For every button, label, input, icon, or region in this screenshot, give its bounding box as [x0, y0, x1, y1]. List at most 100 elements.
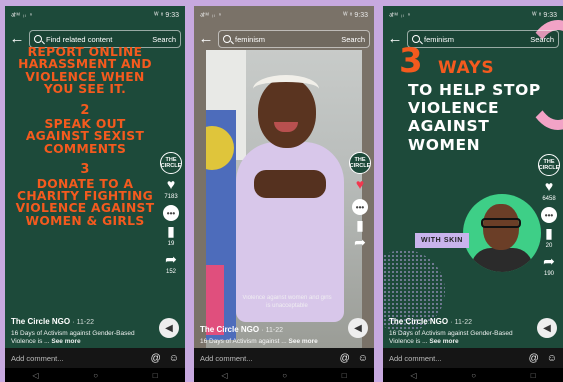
- like-count: 6458: [542, 196, 556, 202]
- big-number: 3: [399, 41, 423, 81]
- action-rail: THE CIRCLE ♥ ••• ▮ ➦: [348, 152, 372, 249]
- mention-icon[interactable]: @: [151, 353, 161, 364]
- mute-icon[interactable]: ◀: [537, 318, 557, 338]
- video-description: 16 Days of Activism against ... See more: [200, 338, 340, 346]
- post-date: · 11-22: [261, 327, 284, 334]
- mute-icon[interactable]: ◀: [159, 318, 179, 338]
- video-screen-3[interactable]: ॳᴹ ᵢₗ ⁿ ᵂ ⁸ 9:33 ← feminism Search 3 WAY…: [383, 6, 563, 382]
- nav-home-icon[interactable]: ○: [471, 371, 476, 380]
- search-icon: [223, 35, 231, 43]
- presenter-body: [471, 248, 533, 272]
- emoji-icon[interactable]: ☺: [169, 353, 179, 364]
- video-info: The Circle NGO · 11-22 16 Days of Activi…: [389, 317, 529, 346]
- author-name[interactable]: The Circle NGO: [200, 325, 259, 334]
- author-row[interactable]: The Circle NGO · 11-22: [11, 317, 151, 326]
- with-skin-tag: WITH SKIN: [415, 233, 469, 248]
- search-icon: [34, 35, 42, 43]
- share-count: 190: [543, 271, 554, 277]
- emoji-icon[interactable]: ☺: [358, 353, 368, 364]
- search-query: Find related content: [46, 34, 113, 44]
- nav-recents-icon[interactable]: □: [342, 371, 347, 380]
- search-query: feminism: [424, 34, 455, 44]
- comment-input[interactable]: Add comment...: [200, 354, 253, 363]
- nav-back-icon[interactable]: ◁: [410, 371, 416, 380]
- presenter-photo: [463, 194, 541, 272]
- bookmark-icon[interactable]: ▮: [545, 226, 553, 240]
- creator-avatar[interactable]: THE CIRCLE: [538, 154, 560, 176]
- save-count: 20: [545, 243, 553, 249]
- see-more-link[interactable]: See more: [429, 338, 458, 345]
- nav-back-icon[interactable]: ◁: [32, 371, 38, 380]
- description-text: 16 Days of Activism against ...: [200, 338, 287, 345]
- nav-home-icon[interactable]: ○: [93, 371, 98, 380]
- search-query: feminism: [235, 34, 266, 44]
- presenter-headband: [253, 75, 319, 103]
- video-info: The Circle NGO · 11-22 16 Days of Activi…: [11, 317, 151, 346]
- comment-bar[interactable]: Add comment... @ ☺: [383, 348, 563, 368]
- headline-text-3: DONATE TO A CHARITY FIGHTING VIOLENCE AG…: [15, 176, 155, 228]
- author-row[interactable]: The Circle NGO · 11-22: [200, 325, 340, 334]
- comment-bar[interactable]: Add comment... @ ☺: [194, 348, 374, 368]
- search-row: ← feminism Search: [198, 28, 370, 50]
- search-input[interactable]: feminism Search: [407, 30, 559, 48]
- creator-avatar[interactable]: THE CIRCLE: [349, 152, 371, 174]
- video-screen-1[interactable]: ॳᴹ ᵢₗ ⁿ ᵂ ⁸ 9:33 ← Find related content …: [5, 6, 185, 382]
- video-frame: Violence against women and girls is unac…: [206, 50, 362, 350]
- headline-item-2: 2 SPEAK OUT AGAINST SEXIST COMMENTS: [13, 103, 157, 156]
- emoji-icon[interactable]: ☺: [547, 353, 557, 364]
- comment-icon[interactable]: •••: [352, 199, 368, 215]
- share-icon[interactable]: ➦: [165, 252, 177, 266]
- video-caption: Violence against women and girls is unac…: [242, 295, 332, 309]
- status-left: ॳᴹ ᵢₗ ⁿ: [200, 13, 223, 19]
- video-headline: REPORT ONLINE HARASSMENT AND VIOLENCE WH…: [13, 46, 157, 236]
- video-description: 16 Days of Activism against Gender-Based…: [11, 330, 151, 346]
- mute-icon[interactable]: ◀: [348, 318, 368, 338]
- see-more-link[interactable]: See more: [51, 338, 80, 345]
- heart-icon[interactable]: ♥: [167, 177, 175, 191]
- comment-icon[interactable]: •••: [541, 207, 557, 223]
- bookmark-icon[interactable]: ▮: [167, 224, 175, 238]
- comment-bar[interactable]: Add comment... @ ☺: [5, 348, 185, 368]
- see-more-link[interactable]: See more: [289, 338, 318, 345]
- author-name[interactable]: The Circle NGO: [389, 317, 448, 326]
- nav-recents-icon[interactable]: □: [153, 371, 158, 380]
- nav-recents-icon[interactable]: □: [531, 371, 536, 380]
- status-left: ॳᴹ ᵢₗ ⁿ: [11, 13, 34, 19]
- video-headline: TO HELP STOP VIOLENCE AGAINST WOMEN: [408, 81, 541, 154]
- share-icon[interactable]: ➦: [354, 235, 366, 249]
- headline-item-3: 3 DONATE TO A CHARITY FIGHTING VIOLENCE …: [13, 162, 157, 228]
- bookmark-icon[interactable]: ▮: [356, 218, 364, 232]
- author-name[interactable]: The Circle NGO: [11, 317, 70, 326]
- nav-back-icon[interactable]: ◁: [221, 371, 227, 380]
- search-input[interactable]: feminism Search: [218, 30, 370, 48]
- heart-icon[interactable]: ♥: [545, 179, 553, 193]
- author-row[interactable]: The Circle NGO · 11-22: [389, 317, 529, 326]
- comment-input[interactable]: Add comment...: [11, 354, 64, 363]
- heart-icon[interactable]: ♥: [356, 177, 364, 191]
- headline-number-3: 3: [80, 162, 90, 178]
- headline-text-2: SPEAK OUT AGAINST SEXIST COMMENTS: [25, 117, 145, 156]
- comment-icon[interactable]: •••: [163, 205, 179, 221]
- status-left: ॳᴹ ᵢₗ ⁿ: [389, 13, 412, 19]
- system-nav-bar: ◁ ○ □: [383, 368, 563, 382]
- action-rail: THE CIRCLE ♥ 7183 ••• ▮ 19 ➦ 152: [159, 152, 183, 277]
- share-icon[interactable]: ➦: [543, 254, 555, 268]
- status-right: ᵂ ⁸ 9:33: [154, 11, 179, 19]
- post-date: · 11-22: [72, 319, 95, 326]
- back-arrow-icon[interactable]: ←: [198, 29, 214, 49]
- comment-input[interactable]: Add comment...: [389, 354, 442, 363]
- status-bar: ॳᴹ ᵢₗ ⁿ ᵂ ⁸ 9:33: [5, 6, 185, 24]
- presenter-glasses: [481, 218, 521, 228]
- nav-home-icon[interactable]: ○: [282, 371, 287, 380]
- video-screen-2[interactable]: Violence against women and girls is unac…: [194, 6, 374, 382]
- creator-avatar[interactable]: THE CIRCLE: [160, 152, 182, 174]
- share-count: 152: [165, 269, 176, 275]
- presenter-hands: [254, 170, 326, 198]
- search-button[interactable]: Search: [152, 35, 176, 44]
- search-button[interactable]: Search: [341, 35, 365, 44]
- search-button[interactable]: Search: [530, 35, 554, 44]
- mention-icon[interactable]: @: [340, 353, 350, 364]
- mention-icon[interactable]: @: [529, 353, 539, 364]
- system-nav-bar: ◁ ○ □: [5, 368, 185, 382]
- headline-text-1: REPORT ONLINE HARASSMENT AND VIOLENCE WH…: [18, 45, 152, 97]
